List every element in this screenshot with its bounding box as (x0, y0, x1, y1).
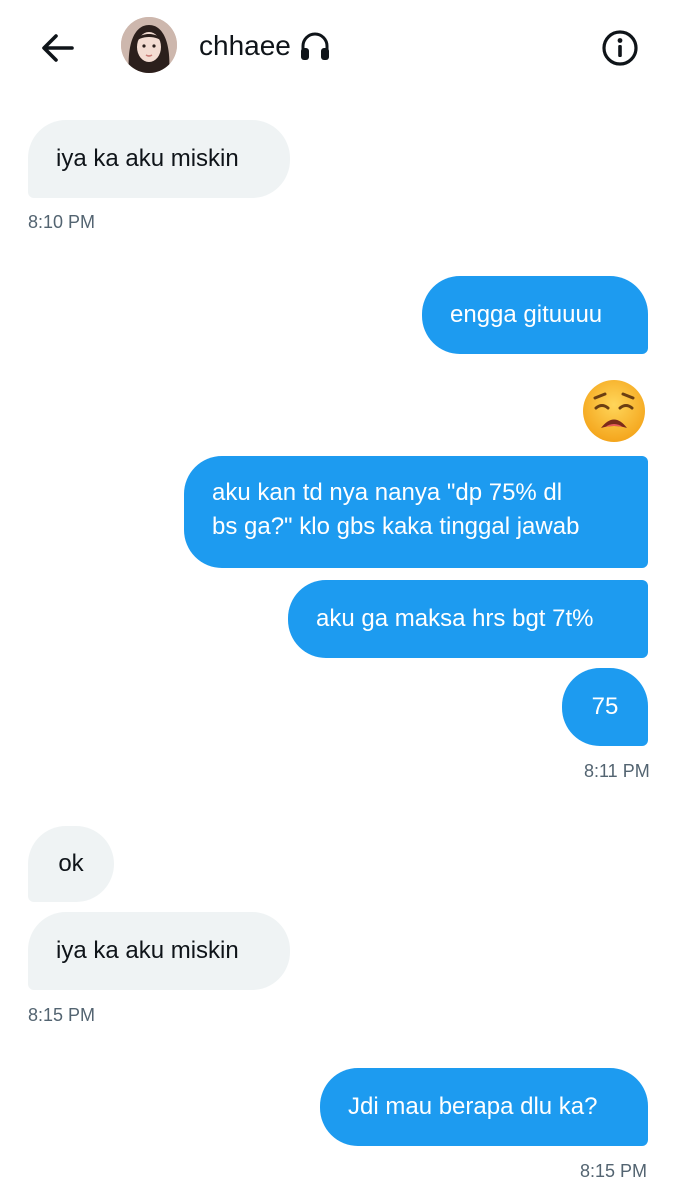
avatar[interactable] (121, 17, 177, 73)
message-bubble-incoming[interactable]: ok (28, 826, 114, 902)
message-timestamp: 8:15 PM (28, 1005, 96, 1025)
weary-face-emoji[interactable] (581, 378, 647, 444)
message-bubble-outgoing[interactable]: aku ga maksa hrs bgt 7t% (288, 580, 648, 658)
message-bubble-outgoing[interactable]: engga gituuuu (422, 276, 648, 354)
message-bubble-incoming[interactable]: iya ka aku miskin (28, 912, 290, 990)
message-text-line: aku kan td nya nanya "dp 75% dl (212, 479, 563, 506)
chat-header: chhaee (0, 0, 676, 100)
message-text: iya ka aku miskin (56, 145, 239, 172)
message-timestamp: 8:11 PM (584, 761, 650, 781)
message-timestamp: 8:15 PM (580, 1161, 648, 1181)
info-icon (602, 30, 638, 66)
message-text: Jdi mau berapa dlu ka? (348, 1093, 598, 1120)
message-bubble-incoming[interactable]: iya ka aku miskin (28, 120, 290, 198)
message-text: iya ka aku miskin (56, 937, 239, 964)
arrow-left-icon (42, 34, 74, 62)
message-text: engga gituuuu (450, 301, 603, 328)
headphones-icon (300, 32, 329, 60)
contact-title[interactable]: chhaee (199, 28, 333, 64)
contact-name: chhaee (199, 30, 291, 61)
back-button[interactable] (36, 26, 80, 70)
message-timestamp: 8:10 PM (28, 212, 96, 232)
message-text: 75 (591, 693, 619, 720)
message-text-line: bs ga?" klo gbs kaka tinggal jawab (212, 513, 580, 540)
avatar-image (121, 17, 177, 73)
message-text: aku ga maksa hrs bgt 7t% (316, 605, 594, 632)
message-bubble-outgoing[interactable]: Jdi mau berapa dlu ka? (320, 1068, 648, 1146)
message-text: ok (58, 850, 84, 877)
message-bubble-outgoing[interactable]: aku kan td nya nanya "dp 75% dl bs ga?" … (184, 456, 648, 568)
message-bubble-outgoing[interactable]: 75 (562, 668, 648, 746)
conversation-info-button[interactable] (598, 26, 642, 70)
weary-face-icon (583, 380, 645, 442)
